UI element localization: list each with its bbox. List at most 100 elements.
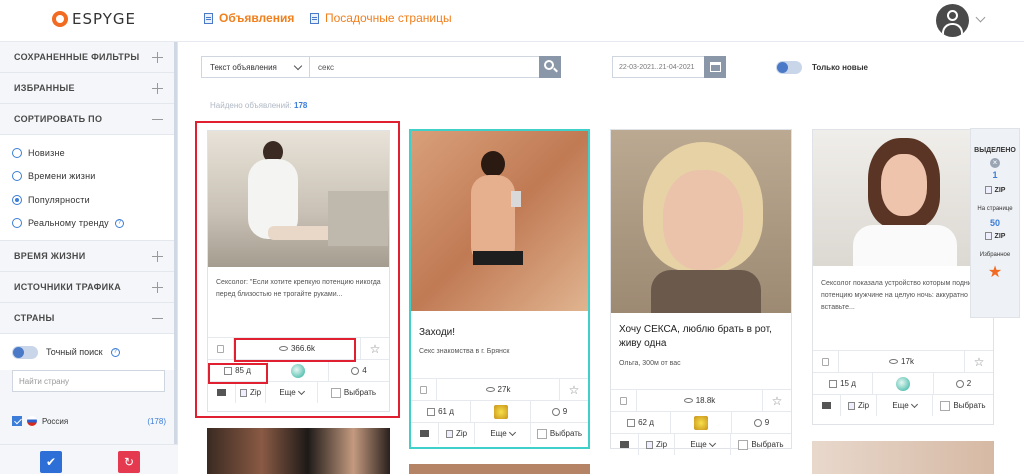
copy-icon[interactable] xyxy=(611,390,637,411)
zip-button[interactable]: Zip xyxy=(639,434,675,455)
search-button[interactable] xyxy=(539,56,561,78)
minus-icon xyxy=(152,118,163,120)
days-value: 62 д xyxy=(638,418,654,427)
stats-row: 18.8k ☆ xyxy=(611,389,791,411)
sidebar-traffic-sources[interactable]: ИСТОЧНИКИ ТРАФИКА xyxy=(0,272,177,303)
zip-page-button[interactable]: ZIP xyxy=(971,232,1019,240)
choose-label: Выбрать xyxy=(751,440,784,449)
help-icon[interactable]: ? xyxy=(110,347,120,357)
image-download-icon[interactable] xyxy=(411,423,439,444)
views-value: 18.8k xyxy=(695,396,716,405)
country-search-input[interactable]: Найти страну xyxy=(12,370,165,392)
reset-filters-button[interactable]: ↻ xyxy=(118,451,140,473)
country-name: Россия xyxy=(42,416,69,426)
favorite-star-icon[interactable]: ☆ xyxy=(763,390,791,411)
selection-panel: ВЫДЕЛЕНО × 1 ZIP На странице 50 ZIP Избр… xyxy=(970,128,1020,318)
more-dropdown[interactable]: Еще xyxy=(675,434,731,455)
apply-filters-button[interactable]: ✔ xyxy=(40,451,62,473)
search-input[interactable]: секс xyxy=(310,63,539,72)
choose-checkbox[interactable]: Выбрать xyxy=(531,423,588,444)
zip-icon xyxy=(984,186,992,194)
found-count: 178 xyxy=(294,101,308,110)
zip-label: ZIP xyxy=(994,232,1006,240)
lifetime-days: 61 д xyxy=(411,401,471,422)
radio-icon xyxy=(12,218,22,229)
image-download-icon[interactable] xyxy=(813,395,841,416)
globe-icon xyxy=(955,379,964,388)
copy-icon[interactable] xyxy=(411,379,437,400)
actions-row: Zip Еще Выбрать xyxy=(411,422,588,444)
section-label: ВРЕМЯ ЖИЗНИ xyxy=(14,251,86,261)
ad-image[interactable] xyxy=(411,131,588,311)
checkbox-checked-icon[interactable] xyxy=(12,416,22,426)
user-avatar[interactable] xyxy=(936,4,969,37)
sort-option-lifetime[interactable]: Времени жизни xyxy=(12,165,177,189)
days-value: 15 д xyxy=(840,379,856,388)
ad-title: Заходи! xyxy=(419,327,456,338)
choose-label: Выбрать xyxy=(953,401,986,410)
actions-row: Zip Еще Выбрать xyxy=(813,394,993,416)
ad-image[interactable] xyxy=(409,464,590,474)
sort-option-popularity[interactable]: Популярности xyxy=(12,188,177,212)
network-logo-icon xyxy=(873,373,934,394)
logo[interactable]: ESPYGE xyxy=(52,10,136,28)
zip-icon xyxy=(445,429,453,438)
ad-image[interactable] xyxy=(812,441,994,474)
favorites-star-icon[interactable]: ★ xyxy=(971,262,1019,282)
per-page-label: На странице xyxy=(977,206,1013,212)
sidebar-lifetime[interactable]: ВРЕМЯ ЖИЗНИ xyxy=(0,241,177,272)
date-range-input[interactable]: 22-03-2021..21-04-2021 xyxy=(612,56,726,78)
geo-count: 9 xyxy=(732,412,791,433)
section-label: ИЗБРАННЫЕ xyxy=(14,83,75,93)
more-dropdown[interactable]: Еще xyxy=(475,423,531,444)
results-count: Найдено объявлений: 178 xyxy=(210,101,307,110)
calendar-icon[interactable] xyxy=(704,56,726,78)
ad-card[interactable]: Сексолог показала устройство которым под… xyxy=(812,129,994,425)
help-icon[interactable]: ? xyxy=(114,218,124,228)
sort-option-real-trend[interactable]: Реальному тренду? xyxy=(12,212,177,236)
stats-row: 17k ☆ xyxy=(813,350,993,372)
calendar-icon xyxy=(627,418,636,427)
eye-icon xyxy=(485,387,495,392)
sidebar-favorites[interactable]: ИЗБРАННЫЕ xyxy=(0,73,177,104)
sidebar-sort-by[interactable]: СОРТИРОВАТЬ ПО xyxy=(0,104,177,135)
copy-icon[interactable] xyxy=(813,351,839,372)
clear-selection-icon[interactable]: × xyxy=(990,158,1000,168)
geo-value: 9 xyxy=(562,407,568,416)
image-download-icon[interactable] xyxy=(611,434,639,455)
views-count: 17k xyxy=(839,351,965,372)
sidebar-scrollbar[interactable] xyxy=(174,42,177,474)
search-field-select[interactable]: Текст объявления xyxy=(202,57,310,77)
exact-search-toggle[interactable] xyxy=(12,345,38,359)
more-label: Еще xyxy=(892,401,909,410)
chevron-down-icon[interactable] xyxy=(975,12,986,23)
favorite-star-icon[interactable]: ☆ xyxy=(965,351,993,372)
zip-selected-button[interactable]: ZIP xyxy=(971,186,1019,194)
ad-image[interactable] xyxy=(611,130,791,313)
nav-ads[interactable]: Объявления xyxy=(204,11,294,25)
new-only-filter[interactable]: Только новые xyxy=(776,61,868,74)
sidebar-saved-filters[interactable]: СОХРАНЕННЫЕ ФИЛЬТРЫ xyxy=(0,42,177,73)
more-dropdown[interactable]: Еще xyxy=(877,395,933,416)
geo-value: 9 xyxy=(764,418,770,427)
favorite-star-icon[interactable]: ☆ xyxy=(560,379,588,400)
sidebar-countries[interactable]: СТРАНЫ xyxy=(0,303,177,334)
zip-button[interactable]: Zip xyxy=(841,395,877,416)
ad-card[interactable]: Хочу СЕКСА, люблю брать в рот, живу одна… xyxy=(610,129,792,455)
choose-checkbox[interactable]: Выбрать xyxy=(933,395,993,416)
country-item-russia[interactable]: Россия (178) xyxy=(12,416,166,426)
ad-description: Сексолог показала устройство которым под… xyxy=(821,280,988,311)
section-label: СОХРАНЕННЫЕ ФИЛЬТРЫ xyxy=(14,52,140,62)
ad-card[interactable]: Заходи! Секс знакомства в г. Брянск 27k … xyxy=(409,129,590,449)
sort-option-newness[interactable]: Новизне xyxy=(12,141,177,165)
nav-landing-pages[interactable]: Посадочные страницы xyxy=(310,11,452,25)
ad-description: Секс знакомства в г. Брянск xyxy=(419,348,510,355)
zip-button[interactable]: Zip xyxy=(439,423,475,444)
new-only-toggle[interactable] xyxy=(776,61,802,74)
ad-image[interactable] xyxy=(813,130,993,266)
zip-icon xyxy=(645,440,653,449)
network-logo-icon xyxy=(471,401,531,422)
choose-checkbox[interactable]: Выбрать xyxy=(731,434,791,455)
days-highlight xyxy=(208,363,268,384)
ad-image[interactable] xyxy=(207,428,390,474)
